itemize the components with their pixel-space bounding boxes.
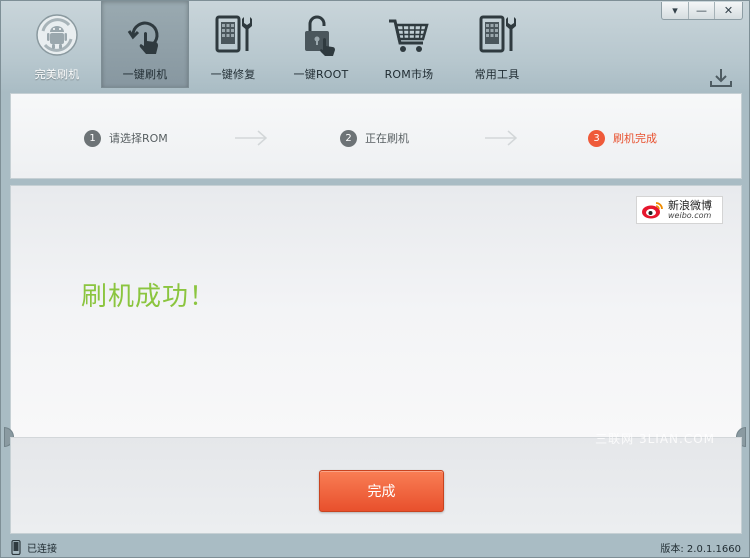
tool-label: 完美刷机 [34,68,80,81]
download-icon[interactable] [709,67,733,89]
weibo-logo-icon [642,202,663,219]
status-bar: 已连接 版本: 2.0.1.1660 [1,536,749,558]
weibo-share-button[interactable]: 新浪微博 weibo.com [636,196,723,224]
tool-one-click-repair[interactable]: 一键修复 [189,1,277,88]
step-number: 3 [588,129,605,147]
step-flashing: 2 正在刷机 [340,129,409,147]
arrow-right-icon [485,130,518,146]
step-label: 刷机完成 [613,132,657,145]
tool-rom-market[interactable]: ROM市场 [365,1,453,88]
watermark: 三联网 3LIAN.COM [595,432,715,446]
result-panel: 新浪微博 weibo.com 刷机成功！ [10,185,742,437]
step-label: 请选择ROM [109,132,168,145]
app-window: ▾ — ✕ 完美刷机 一键刷机 一键修复 一键ROOT ROM市场 常用工具 1… [0,0,750,558]
window-controls: ▾ — ✕ [661,2,743,20]
tool-label: ROM市场 [384,68,434,81]
action-panel: 三联网 3LIAN.COM 完成 [10,432,742,534]
tool-label: 常用工具 [474,68,520,81]
close-button[interactable]: ✕ [714,2,742,19]
weibo-brand-label: 新浪微博 [668,199,712,212]
step-complete: 3 刷机完成 [588,129,657,147]
step-number: 2 [340,129,357,147]
phone-repair-icon [215,15,252,53]
version-label: 版本: 2.0.1.1660 [660,543,741,555]
tool-label: 一键ROOT [293,68,349,81]
tool-common-tools[interactable]: 常用工具 [453,1,541,88]
unlock-icon [305,15,335,56]
tool-label: 一键刷机 [122,68,168,81]
step-select-rom: 1 请选择ROM [84,129,168,147]
connection-status: 已连接 [27,543,57,555]
phone-tools-icon [479,15,516,53]
done-button[interactable]: 完成 [319,470,444,512]
android-refresh-icon [36,14,78,56]
tool-label: 一键修复 [210,68,256,81]
weibo-domain-label: weibo.com [668,211,712,220]
main-toolbar: 完美刷机 一键刷机 一键修复 一键ROOT ROM市场 常用工具 [13,1,541,89]
progress-steps: 1 请选择ROM 2 正在刷机 3 刷机完成 [10,93,742,179]
phone-connected-icon [11,539,21,555]
tool-perfect-flash[interactable]: 完美刷机 [13,1,101,88]
tool-one-click-root[interactable]: 一键ROOT [277,1,365,88]
success-message: 刷机成功！ [81,282,217,312]
menu-button[interactable]: ▾ [662,2,688,19]
step-label: 正在刷机 [365,132,409,145]
shopping-cart-icon [389,19,429,52]
touch-refresh-icon [127,21,159,54]
tool-one-click-flash[interactable]: 一键刷机 [101,1,189,88]
arrow-right-icon [235,130,268,146]
minimize-button[interactable]: — [688,2,714,19]
step-number: 1 [84,129,101,147]
